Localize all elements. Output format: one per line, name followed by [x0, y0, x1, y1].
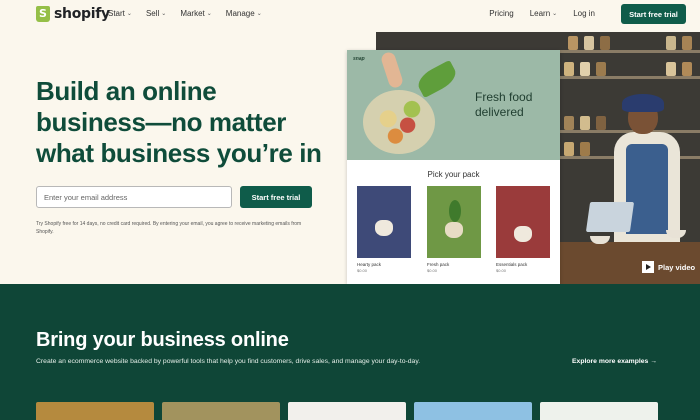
- nav-item-label: Log in: [573, 9, 595, 18]
- store-mockup: snap Fresh food delivered Pick your pack…: [347, 50, 560, 284]
- nav-item-pricing[interactable]: Pricing: [489, 9, 513, 18]
- nav-item-label: Market: [180, 9, 205, 18]
- hero-heading-line: Build an online: [36, 76, 217, 106]
- nav-item-label: Start: [108, 9, 125, 18]
- arrow-right-icon: →: [650, 358, 657, 365]
- play-icon: [642, 261, 654, 273]
- top-navigation: shopify Start ⌄ Sell ⌄ Market ⌄ Manage ⌄…: [0, 0, 700, 30]
- chevron-down-icon: ⌄: [256, 11, 262, 17]
- product-price: $0.00: [427, 268, 438, 273]
- play-video-label: Play video: [658, 262, 696, 272]
- chevron-down-icon: ⌄: [206, 11, 212, 17]
- shopping-bag-icon: [36, 6, 50, 22]
- nav-item-label: Manage: [225, 9, 255, 18]
- chevron-down-icon: ⌄: [161, 11, 167, 17]
- product-name: Fresh pack: [427, 262, 450, 267]
- example-store-thumbnail[interactable]: [36, 402, 154, 420]
- store-banner-text: Fresh food delivered: [475, 90, 532, 120]
- store-section-title: Pick your pack: [427, 170, 480, 179]
- example-store-thumbnail[interactable]: [414, 402, 532, 420]
- nav-item-label: Sell: [145, 9, 160, 18]
- hero-start-free-trial-button[interactable]: Start free trial: [240, 186, 312, 208]
- product-name: Essentials pack: [496, 262, 528, 267]
- email-input[interactable]: Enter your email address: [36, 186, 232, 208]
- section-heading: Bring your business online: [36, 329, 289, 351]
- product-image-hearty: [357, 186, 411, 258]
- nav-item-manage[interactable]: Manage ⌄: [226, 9, 262, 18]
- nav-right: Pricing Learn ⌄ Log in: [489, 9, 595, 18]
- example-store-thumbnail[interactable]: [162, 402, 280, 420]
- nav-item-label: Pricing: [489, 9, 514, 18]
- chevron-down-icon: ⌄: [552, 11, 558, 17]
- explore-examples-label: Explore more examples: [572, 358, 649, 365]
- store-logo: snap: [353, 56, 365, 62]
- store-banner-line: delivered: [475, 105, 524, 119]
- logo-text: shopify: [54, 6, 110, 22]
- business-online-section: [0, 284, 700, 420]
- product-price: $0.00: [496, 268, 507, 273]
- nav-item-label: Learn: [529, 9, 551, 18]
- shopify-logo[interactable]: shopify: [36, 6, 110, 22]
- product-image-fresh: [427, 186, 481, 258]
- chevron-down-icon: ⌄: [126, 11, 132, 17]
- nav-menu: Start ⌄ Sell ⌄ Market ⌄ Manage ⌄: [108, 9, 262, 18]
- product-price: $0.00: [357, 268, 368, 273]
- nav-item-sell[interactable]: Sell ⌄: [146, 9, 166, 18]
- nav-item-learn[interactable]: Learn ⌄: [530, 9, 558, 18]
- store-banner-line: Fresh food: [475, 90, 533, 104]
- start-free-trial-button[interactable]: Start free trial: [621, 4, 686, 24]
- example-store-thumbnail[interactable]: [288, 402, 406, 420]
- explore-examples-link[interactable]: Explore more examples →: [572, 358, 657, 365]
- section-subheading: Create an ecommerce website backed by po…: [36, 358, 421, 365]
- product-name: Hearty pack: [357, 262, 382, 267]
- nav-item-market[interactable]: Market ⌄: [180, 9, 211, 18]
- nav-item-start[interactable]: Start ⌄: [108, 9, 132, 18]
- play-video-button[interactable]: Play video: [642, 261, 695, 273]
- hero-heading-line: what business you’re in: [36, 138, 322, 168]
- login-link[interactable]: Log in: [573, 9, 595, 18]
- hero-heading: Build an online business—no matter what …: [36, 76, 336, 169]
- trial-disclaimer: Try Shopify free for 14 days, no credit …: [36, 221, 302, 235]
- hero-heading-line: business—no matter: [36, 107, 286, 137]
- example-store-thumbnail[interactable]: [540, 402, 658, 420]
- product-image-essentials: [496, 186, 550, 258]
